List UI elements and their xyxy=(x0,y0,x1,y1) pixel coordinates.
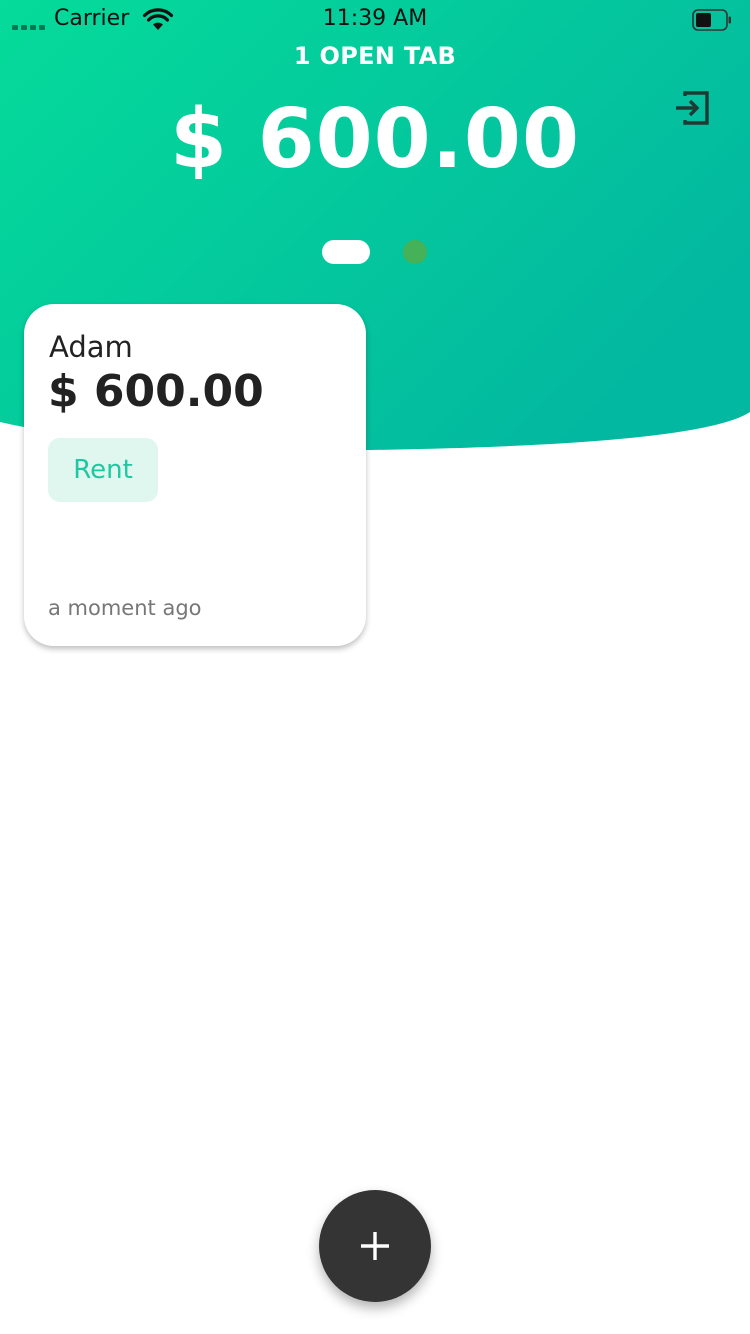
logout-icon xyxy=(676,91,709,125)
status-bar: Carrier 11:39 AM xyxy=(0,0,750,40)
battery-icon xyxy=(692,9,731,31)
page-indicator xyxy=(322,240,427,264)
tab-card[interactable]: Adam $ 600.00 Rent a moment ago xyxy=(24,304,366,646)
clock: 11:39 AM xyxy=(322,6,428,31)
page-dot[interactable] xyxy=(403,240,427,264)
tab-name: Adam xyxy=(49,330,133,364)
tab-timestamp: a moment ago xyxy=(48,596,202,620)
total-amount: $ 600.00 xyxy=(169,92,581,187)
open-tabs-count: 1 OPEN TAB xyxy=(293,42,457,70)
page-dot-active[interactable] xyxy=(322,240,370,264)
plus-icon xyxy=(361,1232,389,1260)
tab-amount: $ 600.00 xyxy=(48,366,264,417)
add-tab-button[interactable] xyxy=(319,1190,431,1302)
logout-button[interactable] xyxy=(670,86,714,130)
tab-tag: Rent xyxy=(48,438,158,502)
